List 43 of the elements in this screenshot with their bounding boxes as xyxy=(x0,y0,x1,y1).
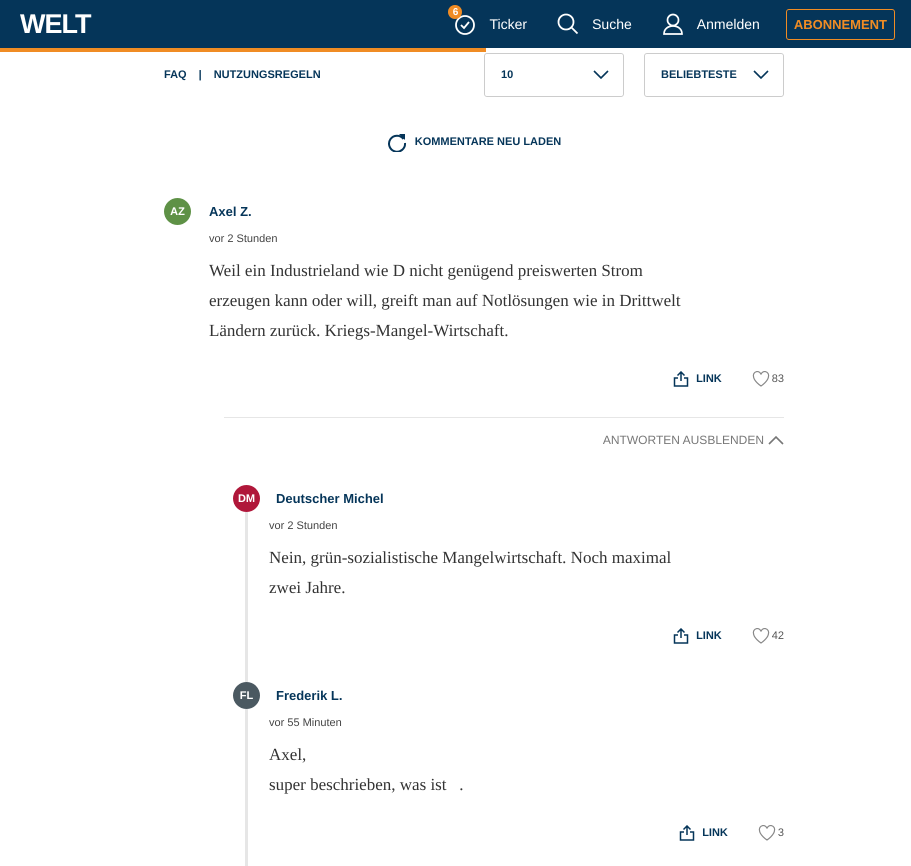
page-size-dropdown[interactable]: 10 xyxy=(484,53,624,97)
search-icon xyxy=(557,13,580,35)
ticker-button[interactable]: 6 Ticker xyxy=(448,5,528,35)
login-button[interactable]: Anmelden xyxy=(662,13,760,35)
reload-comments-button[interactable]: KOMMENTARE NEU LADEN xyxy=(386,132,562,152)
timestamp: vor 2 Stunden xyxy=(269,520,338,532)
share-icon xyxy=(673,371,690,387)
sort-dropdown[interactable]: BELIEBTESTE xyxy=(644,53,784,97)
author-name[interactable]: Axel Z. xyxy=(209,198,784,225)
comment-text: Nein, grün-sozialistische Mangelwirtschaft. Noch maximal zwei Jahre. xyxy=(269,547,672,599)
timestamp: vor 2 Stunden xyxy=(209,233,278,245)
link-button[interactable]: LINK xyxy=(673,371,722,387)
author-name[interactable]: Deutscher Michel xyxy=(276,485,784,512)
like-button[interactable]: 42 xyxy=(752,628,784,644)
avatar: FL xyxy=(233,682,260,709)
nav-link[interactable]: FAQ xyxy=(164,69,187,81)
nav-link[interactable]: NUTZUNGSREGELN xyxy=(214,69,321,81)
logo[interactable]: WELT xyxy=(20,8,90,40)
comment-text: Axel, super beschrieben, was ist . xyxy=(269,744,465,796)
author-name[interactable]: Frederik L. xyxy=(276,682,784,709)
user-icon xyxy=(662,13,684,35)
refresh-icon xyxy=(386,132,407,152)
share-icon xyxy=(673,628,690,644)
timestamp: vor 55 Minuten xyxy=(269,717,343,729)
link-button[interactable]: LINK xyxy=(673,628,722,644)
heart-icon xyxy=(758,825,776,841)
link-button[interactable]: LINK xyxy=(679,825,728,841)
chevron-up-icon xyxy=(768,435,784,445)
avatar: AZ xyxy=(164,198,191,225)
notification-badge: 6 xyxy=(448,5,462,19)
avatar: DM xyxy=(233,485,260,512)
comment-text: Weil ein Industrieland wie D nicht genügend preiswerten Strom erzeugen kann oder will, greift man auf Notlösungen wie in Drittwelt Ländern zurück. Kriegs-Mangel-Wirtschaft. xyxy=(209,260,682,342)
heart-icon xyxy=(752,628,770,644)
like-button[interactable]: 83 xyxy=(752,371,784,387)
chevron-down-icon xyxy=(593,70,609,80)
search-button[interactable]: Suche xyxy=(557,13,632,35)
hide-replies-button[interactable]: ANTWORTEN AUSBLENDEN xyxy=(602,433,784,447)
chevron-down-icon xyxy=(753,70,769,80)
separator: | xyxy=(198,69,202,81)
heart-icon xyxy=(752,371,770,387)
like-button[interactable]: 3 xyxy=(758,825,784,841)
share-icon xyxy=(679,825,696,841)
subscribe-button[interactable]: ABONNEMENT xyxy=(786,8,895,40)
